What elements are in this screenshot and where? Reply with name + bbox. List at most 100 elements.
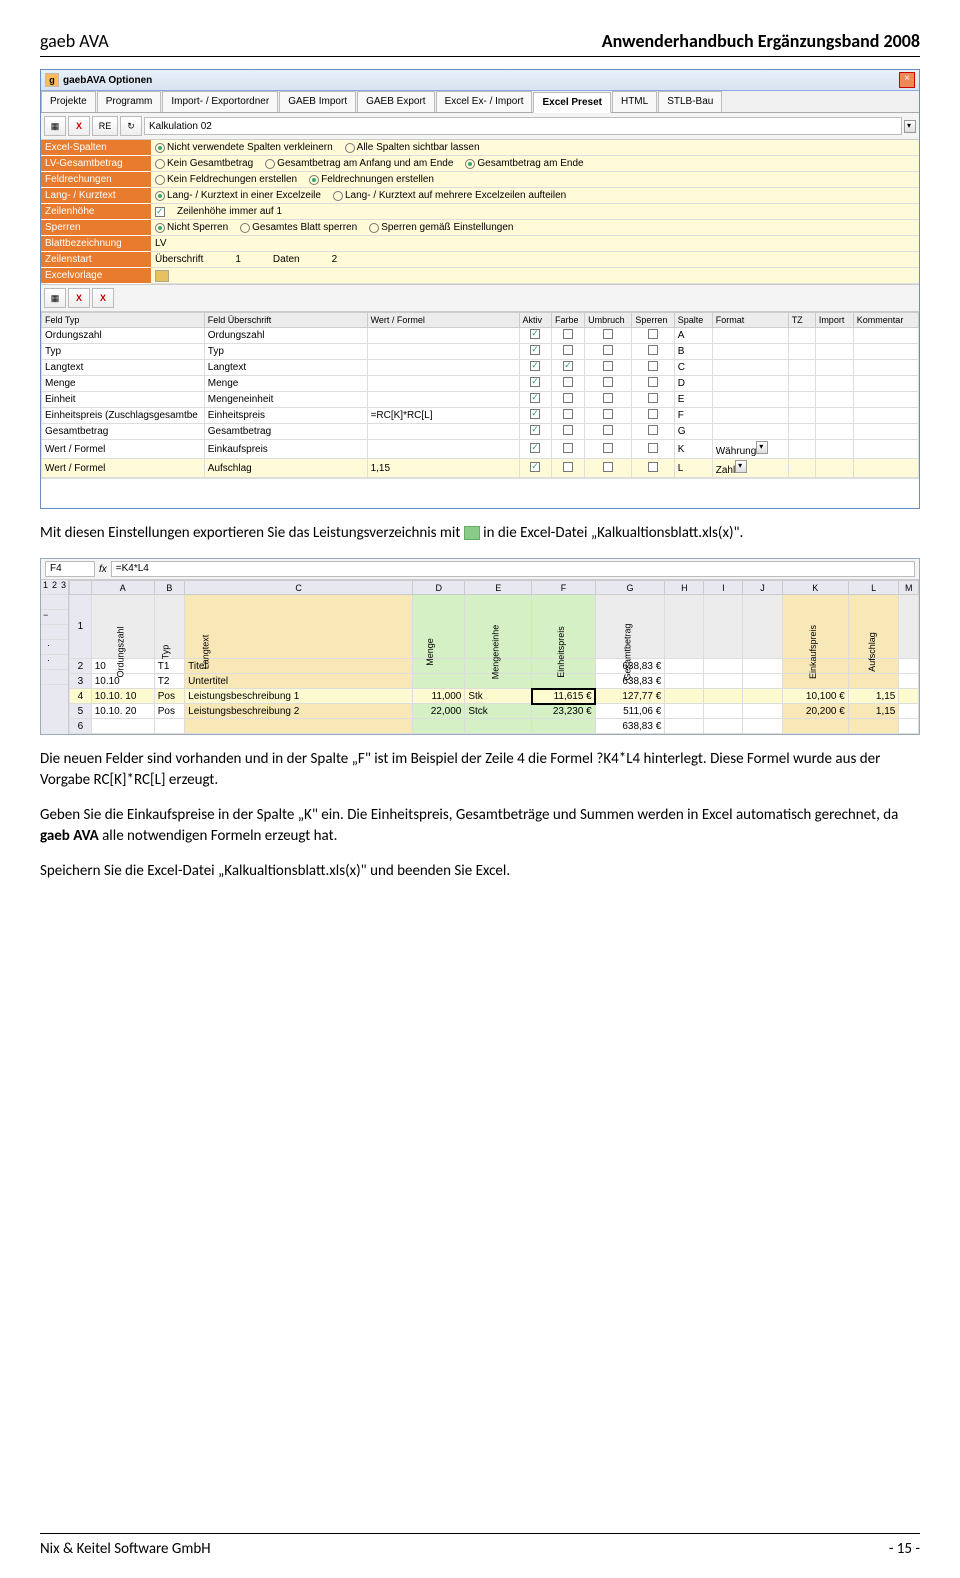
close-icon[interactable]: ×	[899, 72, 915, 88]
col-letter[interactable]: J	[743, 581, 782, 595]
dropdown-icon[interactable]	[904, 120, 916, 133]
excel-cell[interactable]	[704, 659, 743, 674]
col-letter[interactable]: M	[899, 581, 919, 595]
col-header[interactable]: TZ	[788, 313, 815, 328]
checkbox-icon[interactable]	[603, 462, 613, 472]
excel-cell[interactable]: 10.10. 10	[91, 689, 154, 704]
excel-cell[interactable]	[743, 704, 782, 719]
checkbox-icon[interactable]	[603, 393, 613, 403]
radio-option[interactable]: Lang- / Kurztext auf mehrere Excelzeilen…	[333, 190, 566, 201]
checkbox-icon[interactable]	[648, 345, 658, 355]
col-header[interactable]: Feld Typ	[42, 313, 205, 328]
field-row[interactable]: Wert / FormelEinkaufspreisKWährung	[42, 440, 919, 459]
excel-cell[interactable]: 22,000	[413, 704, 465, 719]
excel-cell[interactable]	[665, 704, 704, 719]
name-box[interactable]: F4	[45, 561, 95, 577]
checkbox-icon[interactable]	[648, 377, 658, 387]
outline-level[interactable]: 3	[59, 580, 68, 594]
checkbox-icon[interactable]	[563, 443, 573, 453]
dropdown-icon[interactable]	[735, 460, 747, 473]
excel-cell[interactable]	[743, 659, 782, 674]
col-header[interactable]: Feld Überschrift	[204, 313, 367, 328]
excel-cell[interactable]: 1,15	[848, 689, 899, 704]
checkbox-icon[interactable]	[648, 329, 658, 339]
tool-icon[interactable]: ▦	[44, 116, 66, 136]
row-head-1[interactable]: 1	[70, 595, 92, 659]
excel-cell[interactable]	[704, 674, 743, 689]
excel-cell[interactable]: 11,000	[413, 689, 465, 704]
excel-cell[interactable]	[665, 674, 704, 689]
tab-programm[interactable]: Programm	[97, 91, 162, 112]
excel-cell[interactable]	[848, 719, 899, 734]
tab-projekte[interactable]: Projekte	[41, 91, 96, 112]
checkbox-icon[interactable]	[530, 443, 540, 453]
checkbox-icon[interactable]	[603, 425, 613, 435]
checkbox-icon[interactable]	[648, 409, 658, 419]
excel-cell[interactable]	[899, 719, 919, 734]
radio-option[interactable]: Nicht Sperren	[155, 222, 228, 233]
col-letter[interactable]: C	[185, 581, 413, 595]
excel-cell[interactable]: T2	[154, 674, 184, 689]
excel-cell[interactable]	[413, 674, 465, 689]
excel-cell[interactable]: 127,77 €	[595, 689, 665, 704]
checkbox-icon[interactable]	[530, 425, 540, 435]
radio-option[interactable]: Nicht verwendete Spalten verkleinern	[155, 142, 333, 153]
checkbox-icon[interactable]	[155, 207, 165, 217]
excel-cell[interactable]: Titel	[185, 659, 413, 674]
checkbox-icon[interactable]	[648, 443, 658, 453]
radio-option[interactable]: Gesamtbetrag am Anfang und am Ende	[265, 158, 453, 169]
excel-cell[interactable]: 10,100 €	[782, 689, 848, 704]
excel-cell[interactable]	[91, 719, 154, 734]
excel-cell[interactable]: 20,200 €	[782, 704, 848, 719]
excel-cell[interactable]: 638,83 €	[595, 719, 665, 734]
col-header[interactable]: Aktiv	[519, 313, 552, 328]
row-number[interactable]: 4	[70, 689, 92, 704]
excel-cell[interactable]: 511,06 €	[595, 704, 665, 719]
excel-cell[interactable]	[743, 674, 782, 689]
excel-cell[interactable]	[154, 719, 184, 734]
field-row[interactable]: OrdungszahlOrdungszahlA	[42, 328, 919, 344]
field-row[interactable]: MengeMengeD	[42, 376, 919, 392]
col-header[interactable]: Spalte	[674, 313, 712, 328]
excel-cell[interactable]	[899, 659, 919, 674]
outline-level[interactable]: 1	[41, 580, 50, 594]
delete-row-icon-2[interactable]: X	[92, 288, 114, 308]
excel-cell[interactable]: 10.10. 20	[91, 704, 154, 719]
excel-cell[interactable]: Stck	[465, 704, 532, 719]
col-letter[interactable]: G	[595, 581, 665, 595]
excel-cell[interactable]: T1	[154, 659, 184, 674]
excel-cell[interactable]	[743, 689, 782, 704]
checkbox-icon[interactable]	[648, 361, 658, 371]
tab-html[interactable]: HTML	[612, 91, 657, 112]
excel-cell[interactable]	[782, 719, 848, 734]
field-row[interactable]: GesamtbetragGesamtbetragG	[42, 424, 919, 440]
excel-cell[interactable]: Pos	[154, 689, 184, 704]
checkbox-icon[interactable]	[563, 425, 573, 435]
excel-cell[interactable]	[899, 689, 919, 704]
excel-cell[interactable]	[532, 719, 596, 734]
col-header[interactable]: Sperren	[632, 313, 674, 328]
kalk-input[interactable]	[144, 117, 902, 135]
col-letter[interactable]: F	[532, 581, 596, 595]
field-row[interactable]: Einheitspreis (ZuschlagsgesamtbeEinheits…	[42, 408, 919, 424]
corner-cell[interactable]	[70, 581, 92, 595]
folder-icon[interactable]	[155, 270, 169, 282]
col-header[interactable]: Import	[815, 313, 853, 328]
row-number[interactable]: 2	[70, 659, 92, 674]
col-letter[interactable]: L	[848, 581, 899, 595]
field-row[interactable]: LangtextLangtextC	[42, 360, 919, 376]
col-header[interactable]: Format	[712, 313, 788, 328]
excel-cell[interactable]	[848, 674, 899, 689]
checkbox-icon[interactable]	[603, 409, 613, 419]
radio-option[interactable]: Alle Spalten sichtbar lassen	[345, 142, 480, 153]
excel-cell[interactable]: Pos	[154, 704, 184, 719]
excel-cell[interactable]	[704, 719, 743, 734]
excel-cell[interactable]	[185, 719, 413, 734]
tab-gaeb-import[interactable]: GAEB Import	[279, 91, 356, 112]
col-header[interactable]: Kommentar	[853, 313, 918, 328]
field-row[interactable]: EinheitMengeneinheitE	[42, 392, 919, 408]
col-header[interactable]: Wert / Formel	[367, 313, 519, 328]
excel-cell[interactable]	[743, 719, 782, 734]
checkbox-icon[interactable]	[563, 393, 573, 403]
field-row[interactable]: TypTypB	[42, 344, 919, 360]
